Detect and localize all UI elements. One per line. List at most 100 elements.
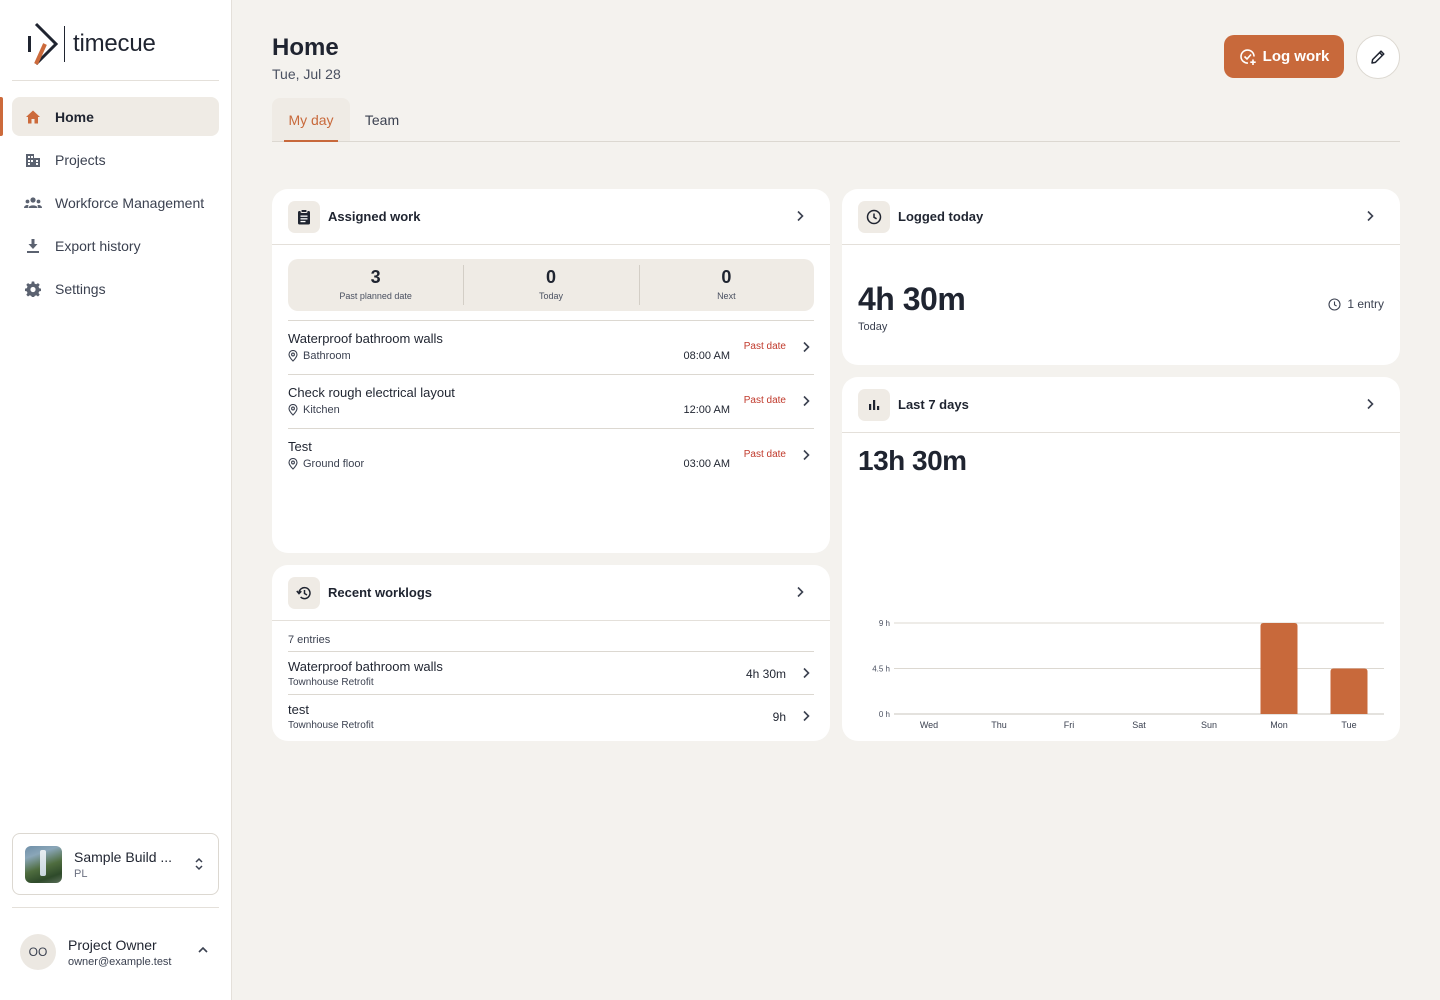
user-email: owner@example.test [68,955,172,968]
sidebar-item-projects[interactable]: Projects [12,140,219,179]
sidebar-item-settings[interactable]: Settings [12,269,219,308]
log-work-button[interactable]: Log work [1224,35,1344,78]
chevron-right-icon [797,210,804,222]
card-title: Recent worklogs [328,585,433,600]
logged-today-card: Logged today 4h 30m Today 1 entry [842,189,1400,365]
chevron-right-icon [803,341,810,353]
worklog-count: 7 entries [288,634,331,646]
chevron-right-icon [803,449,810,461]
sidebar-item-workforce[interactable]: Workforce Management [12,183,219,222]
x-tick-label: Fri [1064,720,1075,730]
status-badge: Past date [743,449,786,460]
task-name: Check rough electrical layout [288,385,455,400]
chevron-right-icon [1367,398,1374,410]
chevron-up-down-icon [195,857,203,871]
sidebar-divider [12,80,219,81]
chevron-right-icon [797,586,804,598]
tab-my-day[interactable]: My day [272,98,350,142]
x-tick-label: Sat [1132,720,1146,730]
worklog-project: Townhouse Retrofit [288,720,374,731]
logo-mark-icon [28,22,59,66]
recent-worklogs-card: Recent worklogs 7 entries Waterproof bat… [272,565,830,741]
stat-value: 0 [545,267,556,287]
clock-plus-icon [1239,48,1256,65]
task-list: Waterproof bathroom walls Bathroom 08:00… [288,320,814,483]
task-location: Ground floor [288,458,364,470]
chevron-up-icon [198,946,208,953]
stat-next[interactable]: 0 Next [638,259,814,311]
card-title: Assigned work [328,209,421,224]
card-title: Last 7 days [898,397,969,412]
user-name: Project Owner [68,936,157,953]
status-badge: Past date [743,341,786,352]
task-location-label: Kitchen [303,404,340,416]
pencil-icon [1371,50,1385,64]
worklog-duration: 4h 30m [745,667,786,681]
location-pin-icon [288,404,298,416]
list-item[interactable]: Test Ground floor 03:00 AM Past date [288,429,814,483]
nav-active-indicator [0,97,3,136]
sidebar-item-export-history[interactable]: Export history [12,226,219,265]
app-logo[interactable]: timecue [26,22,156,66]
bar-chart-icon [858,388,890,421]
x-tick-label: Thu [991,720,1007,730]
clock-icon [858,200,890,233]
chart-bar [1330,668,1368,714]
gear-icon [24,280,42,298]
y-tick-label: 9 h [879,619,890,628]
status-badge: Past date [743,395,786,406]
chevron-right-icon [803,395,810,407]
task-name: Test [288,439,312,454]
list-item[interactable]: Check rough electrical layout Kitchen 12… [288,375,814,429]
tab-team[interactable]: Team [356,98,408,141]
log-work-label: Log work [1262,48,1330,65]
assigned-work-card: Assigned work 3 Past planned date 0 Toda… [272,189,830,553]
assigned-stats: 3 Past planned date 0 Today 0 Next [288,259,814,311]
download-icon [24,237,42,255]
card-title: Logged today [898,209,984,224]
sidebar-item-label: Home [55,108,94,125]
history-icon [288,576,320,609]
stat-value: 3 [370,267,381,287]
worklog-list: Waterproof bathroom walls Townhouse Retr… [288,651,814,738]
sidebar-item-label: Workforce Management [55,194,205,211]
task-time: 08:00 AM [683,350,730,362]
location-pin-icon [288,458,298,470]
chevron-right-icon [1367,210,1374,222]
entry-count: 1 entry [1328,297,1384,311]
last-7-days-value: 13h 30m [858,445,967,476]
page-title: Home [272,34,339,61]
clipboard-icon [288,200,320,233]
recent-worklogs-header[interactable]: Recent worklogs [272,565,830,621]
stat-past-planned[interactable]: 3 Past planned date [288,259,463,311]
logged-today-header[interactable]: Logged today [842,189,1400,245]
page-date: Tue, Jul 28 [272,66,341,82]
user-menu[interactable]: OO Project Owner owner@example.test [20,932,219,972]
task-name: Waterproof bathroom walls [288,331,443,346]
worklog-name: test [288,702,309,717]
stat-label: Next [717,291,736,301]
worklog-name: Waterproof bathroom walls [288,659,443,674]
list-item[interactable]: Waterproof bathroom walls Townhouse Retr… [288,652,814,695]
list-item[interactable]: test Townhouse Retrofit 9h [288,695,814,738]
y-tick-label: 4.5 h [872,665,890,674]
stat-label: Past planned date [339,291,412,301]
stat-today[interactable]: 0 Today [463,259,638,311]
chart-bar [1260,623,1298,714]
edit-button[interactable] [1356,35,1400,79]
assigned-work-header[interactable]: Assigned work [272,189,830,245]
sidebar-item-home[interactable]: Home [12,97,219,136]
avatar: OO [20,934,56,970]
task-location-label: Bathroom [303,350,351,362]
sidebar-nav: Home Projects Workforce Management Expor… [12,97,219,312]
last-7-days-header[interactable]: Last 7 days [842,377,1400,433]
clock-icon [1328,297,1341,311]
worklog-duration: 9h [772,710,786,724]
sidebar-item-label: Export history [55,237,141,254]
stat-value: 0 [721,267,732,287]
x-tick-label: Wed [920,720,938,730]
organization-switcher[interactable]: Sample Build ... PL [12,833,219,895]
organization-country: PL [74,867,88,880]
sidebar-item-label: Settings [55,280,106,297]
list-item[interactable]: Waterproof bathroom walls Bathroom 08:00… [288,321,814,375]
